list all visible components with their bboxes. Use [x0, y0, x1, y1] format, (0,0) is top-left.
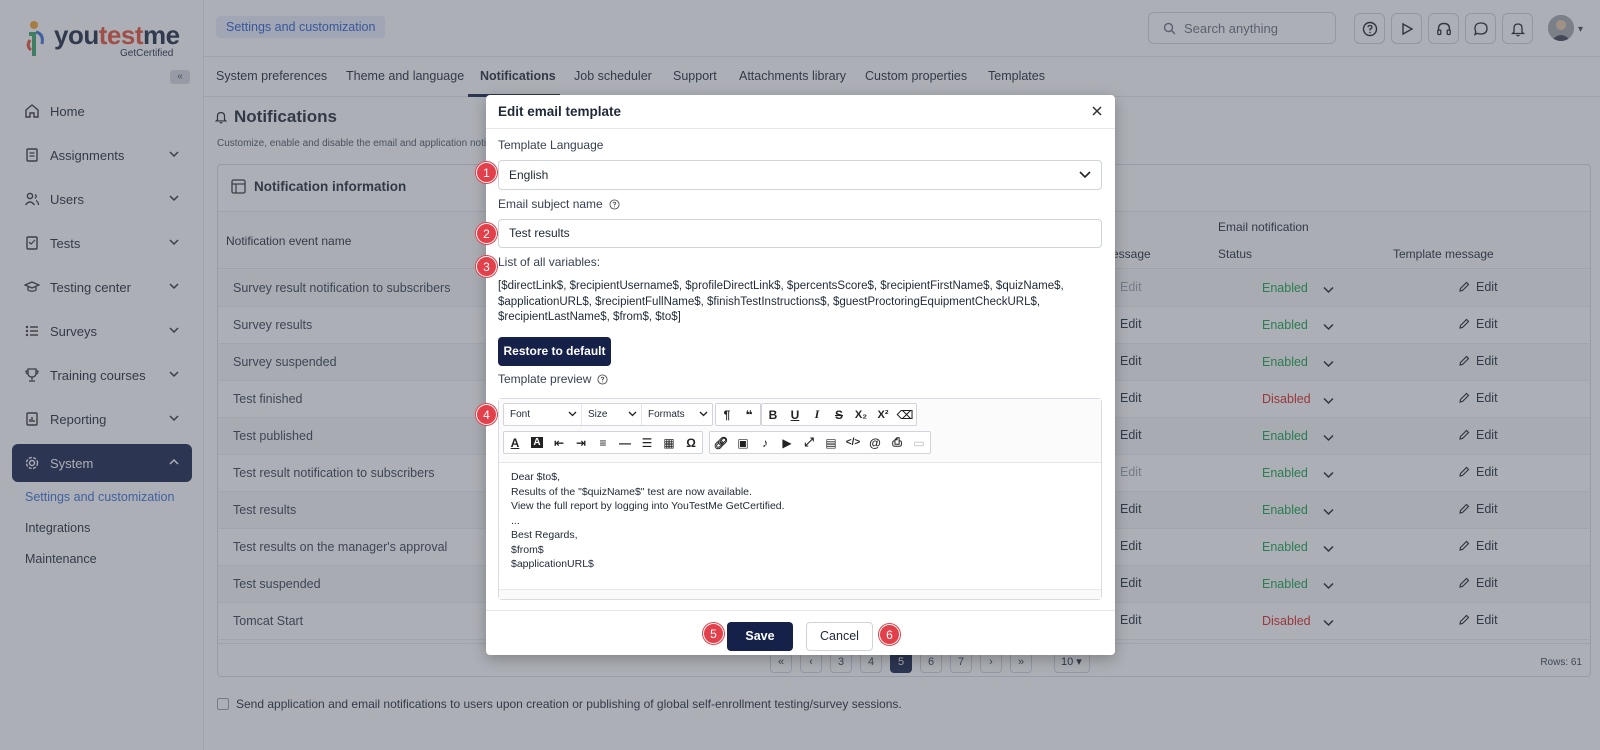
special-character-icon[interactable]: Ω — [680, 432, 702, 453]
paragraph-icon[interactable]: ¶ — [716, 404, 738, 425]
editor-line: Dear $to$, — [511, 471, 561, 483]
dialog-footer: Save Cancel — [486, 610, 1115, 655]
print-icon[interactable]: ⎙ — [886, 432, 908, 453]
toolbar-layout-group: A A ⇤ ⇥ ≡ — ☰ ▦ Ω — [503, 431, 703, 454]
fullscreen-icon[interactable]: ⤢ — [798, 432, 820, 453]
indent-icon[interactable]: ⇥ — [570, 432, 592, 453]
font-select-label: Font — [510, 409, 531, 420]
variables-label: List of all variables: — [498, 255, 601, 269]
callout-badge-6: 6 — [879, 624, 900, 645]
toolbar-inline-group: B U I S X₂ X² ⌫ — [761, 403, 917, 426]
callout-badge-1: 1 — [476, 162, 497, 183]
help-circle-icon[interactable] — [609, 198, 620, 210]
edit-email-template-dialog: Edit email template Template Language En… — [486, 95, 1115, 655]
italic-icon[interactable]: I — [806, 404, 828, 425]
align-left-icon[interactable]: ≡ — [592, 432, 614, 453]
template-preview-label-text: Template preview — [498, 372, 592, 386]
audio-icon[interactable]: ♪ — [754, 432, 776, 453]
formats-select-label: Formats — [648, 409, 685, 420]
template-icon[interactable]: ▤ — [820, 432, 842, 453]
link-icon[interactable]: 🔗︎ — [710, 432, 732, 453]
eraser-icon[interactable]: ⌫ — [894, 404, 916, 425]
email-subject-label-text: Email subject name — [498, 197, 603, 211]
numbered-list-icon[interactable]: ☰ — [636, 432, 658, 453]
template-language-select[interactable]: English — [498, 160, 1102, 190]
image-icon[interactable]: ▣ — [732, 432, 754, 453]
outdent-icon[interactable]: ⇤ — [548, 432, 570, 453]
size-select[interactable]: Size — [582, 404, 642, 425]
toolbar-block-group: ¶ ❝ — [715, 403, 761, 426]
video-icon[interactable]: ▶ — [776, 432, 798, 453]
restore-to-default-button[interactable]: Restore to default — [498, 337, 611, 366]
variables-list: [$directLink$, $recipientUsername$, $pro… — [498, 280, 1064, 323]
editor-toolbar: Font Size Formats ¶ ❝ B U I S X₂ X² ⌫ A … — [499, 399, 1101, 463]
horizontal-rule-icon[interactable]: — — [614, 432, 636, 453]
source-code-icon[interactable]: </> — [842, 432, 864, 453]
formats-select[interactable]: Formats — [642, 404, 712, 425]
editor-statusbar — [499, 589, 1101, 599]
callout-badge-3: 3 — [476, 256, 497, 277]
subscript-icon[interactable]: X₂ — [850, 404, 872, 425]
save-button[interactable]: Save — [727, 622, 793, 651]
toolbar-format-selects: Font Size Formats — [503, 403, 713, 426]
chevron-down-icon — [568, 411, 577, 417]
background-color-icon[interactable]: A — [526, 432, 548, 453]
text-color-icon[interactable]: A — [504, 432, 526, 453]
email-subject-label: Email subject name — [498, 197, 620, 211]
font-select[interactable]: Font — [504, 404, 582, 425]
strikethrough-icon[interactable]: S — [828, 404, 850, 425]
callout-badge-5: 5 — [703, 623, 724, 644]
editor-line: $applicationURL$ — [511, 558, 594, 570]
chevron-down-icon — [628, 411, 637, 417]
editor-line: Results of the "$quizName$" test are now… — [511, 485, 752, 498]
callout-badge-2: 2 — [476, 223, 497, 244]
rich-text-editor: Font Size Formats ¶ ❝ B U I S X₂ X² ⌫ A … — [498, 398, 1102, 600]
size-select-label: Size — [588, 409, 608, 420]
email-subject-input[interactable]: Test results — [498, 219, 1102, 248]
editor-line: View the full report by logging into You… — [511, 500, 785, 512]
dialog-header: Edit email template — [486, 95, 1115, 129]
editor-line: Best Regards, — [511, 529, 578, 541]
cancel-button[interactable]: Cancel — [806, 622, 873, 651]
template-preview-label: Template preview — [498, 372, 608, 386]
table-icon[interactable]: ▦ — [658, 432, 680, 453]
editor-line: $from$ — [511, 543, 544, 556]
editor-line: ... — [511, 514, 520, 527]
bold-icon[interactable]: B — [762, 404, 784, 425]
toolbar-insert-group: 🔗︎ ▣ ♪ ▶ ⤢ ▤ </> @ ⎙ ▭ — [709, 431, 931, 454]
callout-badge-4: 4 — [476, 404, 497, 425]
chevron-down-icon — [699, 411, 708, 417]
underline-icon[interactable]: U — [784, 404, 806, 425]
template-language-label: Template Language — [498, 138, 604, 152]
save-disabled-icon: ▭ — [913, 435, 925, 450]
editor-content[interactable]: Dear $to$, Results of the "$quizName$" te… — [511, 470, 785, 572]
help-circle-icon[interactable] — [597, 373, 608, 385]
email-link-icon[interactable]: @ — [864, 432, 886, 453]
dialog-title: Edit email template — [498, 104, 622, 119]
template-language-value: English — [509, 168, 549, 182]
superscript-icon[interactable]: X² — [872, 404, 894, 425]
close-icon[interactable] — [1089, 103, 1105, 119]
chevron-down-icon — [1079, 171, 1091, 179]
blockquote-icon[interactable]: ❝ — [738, 404, 760, 425]
